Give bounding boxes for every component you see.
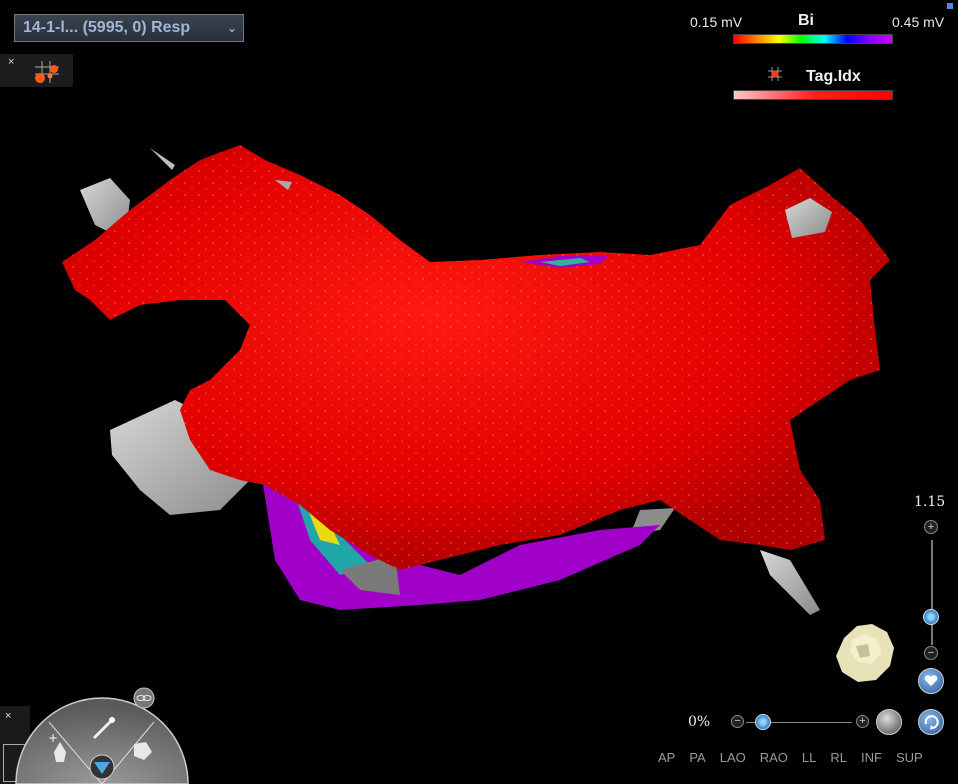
grey-vein-right-lower xyxy=(760,550,820,615)
filter-icon[interactable] xyxy=(89,754,115,780)
tag-index-icon xyxy=(768,67,782,81)
rotate-view-icon[interactable] xyxy=(918,709,944,735)
voltage-min-label: 0.15 mV xyxy=(690,14,743,30)
zoom-value: 1.15 xyxy=(914,494,946,510)
view-rl-button[interactable]: RL xyxy=(830,750,847,765)
opacity-value: 0% xyxy=(688,714,711,730)
zoom-in-button[interactable]: + xyxy=(924,520,938,534)
view-rao-button[interactable]: RAO xyxy=(760,750,788,765)
zoom-out-button[interactable]: − xyxy=(924,646,938,660)
zoom-slider-track[interactable] xyxy=(931,540,933,645)
transparency-sphere-icon[interactable] xyxy=(876,709,902,735)
opacity-increase-button[interactable]: + xyxy=(856,715,869,728)
close-tools-button[interactable]: × xyxy=(8,56,14,68)
radial-tool-menu[interactable]: + xyxy=(14,682,190,784)
chevron-down-icon: ⌄ xyxy=(226,21,237,35)
tag-tools-panel: × xyxy=(0,54,73,87)
heart-view-icon[interactable] xyxy=(918,668,944,694)
opacity-slider-thumb[interactable] xyxy=(755,714,771,730)
voltage-color-scale[interactable] xyxy=(733,34,893,44)
zoom-slider-thumb[interactable] xyxy=(923,609,939,625)
voltage-type-label: Bi xyxy=(798,12,814,29)
svg-text:+: + xyxy=(48,731,58,745)
voltage-max-label: 0.45 mV xyxy=(892,14,945,30)
view-inf-button[interactable]: INF xyxy=(861,750,882,765)
opacity-decrease-button[interactable]: − xyxy=(731,715,744,728)
view-ap-button[interactable]: AP xyxy=(658,750,675,765)
cardiac-map-3d[interactable] xyxy=(0,0,958,784)
tag-index-label: Tag.Idx xyxy=(806,68,861,85)
link-icon[interactable] xyxy=(133,687,155,709)
orientation-heart-icon[interactable] xyxy=(832,618,902,686)
tag-color-scale[interactable] xyxy=(733,90,893,100)
view-lao-button[interactable]: LAO xyxy=(720,750,746,765)
view-ll-button[interactable]: LL xyxy=(802,750,816,765)
map-selector-dropdown[interactable]: 14-1-l... (5995, 0) Resp ⌄ xyxy=(14,14,244,42)
map-selector-label: 14-1-l... (5995, 0) Resp xyxy=(23,19,191,36)
tag-points-grid-icon[interactable] xyxy=(32,59,62,85)
view-pa-button[interactable]: PA xyxy=(689,750,705,765)
panel-corner-indicator xyxy=(947,3,953,9)
view-orientation-bar: AP PA LAO RAO LL RL INF SUP xyxy=(658,750,938,765)
view-sup-button[interactable]: SUP xyxy=(896,750,923,765)
close-left-panel-button[interactable]: × xyxy=(5,710,11,722)
